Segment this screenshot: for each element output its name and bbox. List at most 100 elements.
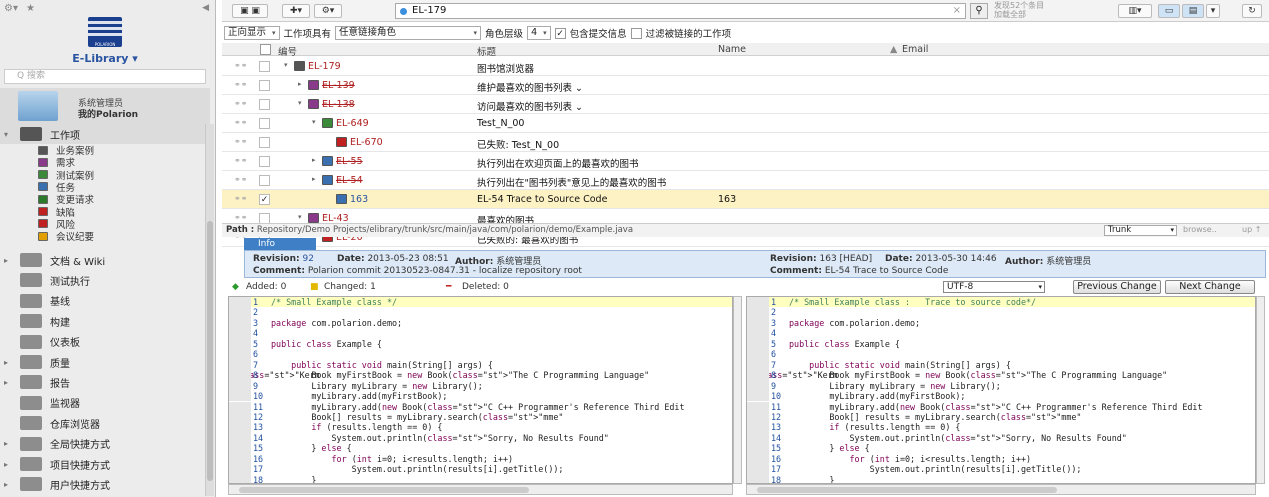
refresh-icon[interactable]: ↻ — [1242, 4, 1262, 18]
sidebar-item-work-item-type[interactable]: 需求 — [38, 156, 75, 169]
document-icon[interactable]: ▣ ▣ — [232, 4, 268, 18]
link-icon[interactable]: ⚭⚭ — [234, 99, 247, 108]
chevron-down-icon[interactable]: ▾ — [298, 99, 302, 107]
sidebar-section[interactable]: ▸ 项目快捷方式 — [0, 454, 210, 474]
item-id-link[interactable]: EL-55 — [336, 156, 363, 167]
columns-icon[interactable]: ▥▾ — [1118, 4, 1152, 18]
chevron-down-icon[interactable]: ▾ — [312, 118, 316, 126]
right-vertical-scrollbar[interactable] — [1256, 296, 1265, 484]
select-all-checkbox[interactable] — [260, 44, 271, 55]
table-row[interactable]: ⚭⚭ ✓ 163 EL-54 Trace to Source Code 163 — [222, 190, 1269, 209]
gear-icon[interactable]: ⚙▾ — [314, 4, 342, 18]
expand-right-icon[interactable]: ▸ — [0, 460, 12, 469]
sidebar-item-work-item-type[interactable]: 业务案例 — [38, 144, 94, 157]
expand-right-icon[interactable]: ▸ — [0, 439, 12, 448]
column-id[interactable]: 编号 — [278, 44, 297, 58]
branch-select[interactable]: Trunk ▾ — [1104, 225, 1177, 236]
chevron-down-icon[interactable]: ▾ — [284, 61, 288, 69]
level-select[interactable]: 4 ▾ — [527, 26, 551, 40]
filter-linked-checkbox[interactable] — [630, 27, 642, 39]
sidebar-section[interactable]: 构建 — [0, 311, 210, 331]
column-name[interactable]: Name — [718, 44, 746, 55]
left-horizontal-scrollbar[interactable] — [228, 484, 733, 495]
chevron-right-icon[interactable]: ▸ — [312, 156, 316, 164]
table-row[interactable]: ⚭⚭ ▸ EL-54 执行列出在"图书列表"意见上的最喜欢的图书 — [222, 171, 1269, 190]
sidebar-section[interactable]: 测试执行 — [0, 270, 210, 290]
left-vertical-scrollbar[interactable] — [733, 296, 742, 484]
item-id-link[interactable]: 163 — [350, 194, 368, 205]
link-role-select[interactable]: 任意链接角色 ▾ — [335, 26, 482, 40]
sidebar-item-work-item-type[interactable]: 风险 — [38, 218, 75, 231]
sidebar-section[interactable]: 监视器 — [0, 393, 210, 413]
right-revision[interactable]: 163 [HEAD] — [820, 254, 873, 264]
sidebar-item-work-item-type[interactable]: 缺陷 — [38, 206, 75, 219]
sidebar-section[interactable]: ▸ 报告 — [0, 372, 210, 392]
table-row[interactable]: ⚭⚭ EL-670 已失败: Test_N_00 — [222, 133, 1269, 152]
sidebar-section[interactable]: 仓库浏览器 — [0, 413, 210, 433]
row-checkbox[interactable]: ✓ — [259, 194, 270, 205]
sidebar-section[interactable]: ▸ 文档 & Wiki — [0, 250, 210, 270]
load-all-link[interactable]: 加载全部 — [994, 10, 1044, 19]
split-view-icon[interactable]: ▭ — [1158, 4, 1180, 18]
link-icon[interactable]: ⚭⚭ — [234, 80, 247, 89]
link-icon[interactable]: ⚭⚭ — [234, 213, 247, 222]
view-menu-chevron-icon[interactable]: ▾ — [1206, 4, 1220, 18]
expand-right-icon[interactable]: ▸ — [0, 358, 12, 367]
link-icon[interactable]: ⚭⚭ — [234, 61, 247, 70]
expand-down-icon[interactable]: ▾ — [0, 130, 12, 139]
sort-icon[interactable]: ▲ — [890, 44, 897, 55]
star-icon[interactable]: ★ — [26, 3, 35, 14]
table-row[interactable]: ⚭⚭ ▸ EL-55 执行列出在欢迎页面上的最喜欢的图书 — [222, 152, 1269, 171]
table-row[interactable]: ⚭⚭ ▾ EL-138 访问最喜欢的图书列表 ⌄ — [222, 95, 1269, 114]
expand-right-icon[interactable]: ▸ — [0, 378, 12, 387]
table-row[interactable]: ⚭⚭ ▾ EL-179 图书馆浏览器 — [222, 57, 1269, 76]
row-checkbox[interactable] — [259, 80, 270, 91]
left-revision[interactable]: 92 — [303, 254, 314, 264]
my-polarion-link[interactable]: 我的Polarion — [78, 107, 138, 120]
encoding-select[interactable]: UTF-8 ▾ — [943, 281, 1045, 293]
row-checkbox[interactable] — [259, 156, 270, 167]
row-checkbox[interactable] — [259, 61, 270, 72]
item-id-link[interactable]: EL-54 — [336, 175, 363, 186]
row-checkbox[interactable] — [259, 137, 270, 148]
sidebar-section[interactable]: 仪表板 — [0, 332, 210, 352]
user-card[interactable]: 系统管理员 我的Polarion — [0, 88, 210, 126]
sidebar-item-work-item-type[interactable]: 测试案例 — [38, 169, 94, 182]
expand-right-icon[interactable]: ▸ — [0, 256, 12, 265]
table-row[interactable]: ⚭⚭ ▾ EL-649 Test_N_00 — [222, 114, 1269, 133]
right-horizontal-scrollbar[interactable] — [746, 484, 1256, 495]
right-code-pane[interactable]: 1/* Small Example class : Trace to sourc… — [746, 296, 1256, 484]
direction-select[interactable]: 正向显示 ▾ — [224, 26, 280, 40]
chevron-down-icon[interactable]: ▸ — [298, 80, 302, 88]
gear-icon[interactable]: ⚙▾ — [4, 3, 18, 14]
search-icon[interactable]: ⚲ — [970, 3, 988, 19]
link-icon[interactable]: ⚭⚭ — [234, 194, 247, 203]
row-checkbox[interactable] — [259, 175, 270, 186]
item-id-link[interactable]: EL-179 — [308, 61, 341, 72]
item-id-link[interactable]: EL-649 — [336, 118, 369, 129]
browse-button[interactable]: browse.. — [1183, 225, 1217, 234]
column-title[interactable]: 标题 — [477, 44, 496, 58]
sidebar-section[interactable]: ▸ 全局快捷方式 — [0, 434, 210, 454]
include-commits-checkbox[interactable]: ✓ — [554, 27, 566, 39]
clear-icon[interactable]: × — [953, 4, 961, 18]
row-checkbox[interactable] — [259, 118, 270, 129]
link-icon[interactable]: ⚭⚭ — [234, 137, 247, 146]
collapse-icon[interactable]: ◀ — [202, 3, 209, 13]
item-id-link[interactable]: EL-138 — [322, 99, 355, 110]
previous-change-button[interactable]: Previous Change — [1073, 280, 1161, 294]
column-email[interactable]: Email — [902, 44, 928, 55]
sidebar-scrollbar[interactable] — [205, 124, 214, 496]
chevron-right-icon[interactable]: ▸ — [312, 175, 316, 183]
sidebar-item-work-item-type[interactable]: 变更请求 — [38, 193, 94, 206]
sidebar-section-work-items[interactable]: ▾ 工作项 — [0, 124, 210, 144]
sidebar-section[interactable]: ▸ 质量 — [0, 352, 210, 372]
project-title[interactable]: E-Library ▾ — [0, 52, 210, 65]
sidebar-item-work-item-type[interactable]: 会议纪要 — [38, 230, 94, 243]
next-change-button[interactable]: Next Change — [1165, 280, 1255, 294]
sidebar-search-input[interactable]: Q 搜索 — [4, 69, 206, 84]
left-code-pane[interactable]: 1/* Small Example class */2 3 package com.… — [228, 296, 733, 484]
row-checkbox[interactable] — [259, 99, 270, 110]
sidebar-section[interactable]: ▸ 用户快捷方式 — [0, 474, 210, 494]
link-icon[interactable]: ⚭⚭ — [234, 156, 247, 165]
